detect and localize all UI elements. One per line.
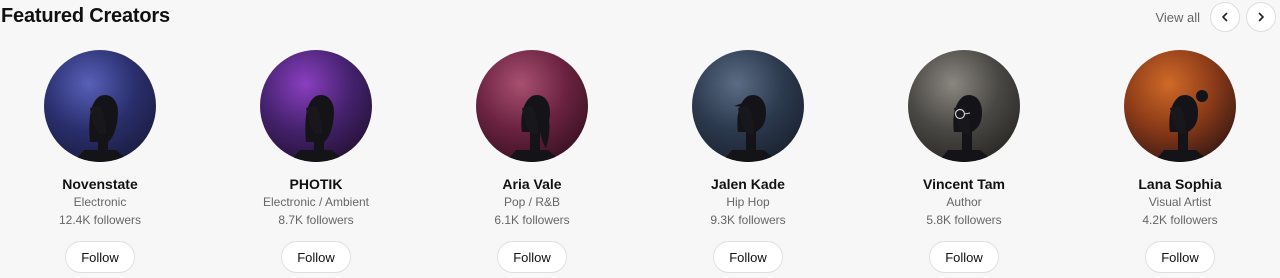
follow-button[interactable]: Follow <box>1145 241 1215 273</box>
creator-card: Jalen Kade Hip Hop 9.3K followers Follow <box>640 48 856 278</box>
creator-card: Lana Sophia Visual Artist 4.2K followers… <box>1072 48 1280 278</box>
creator-genre: Pop / R&B <box>503 195 561 209</box>
chevron-left-icon <box>1222 12 1228 22</box>
creator-silhouette-icon <box>1124 50 1236 162</box>
creator-silhouette-icon <box>476 50 588 162</box>
creator-silhouette-icon <box>44 50 156 162</box>
creator-silhouette-icon <box>260 50 372 162</box>
carousel-next-button[interactable] <box>1246 2 1276 32</box>
carousel-prev-button[interactable] <box>1210 2 1240 32</box>
creators-carousel: Novenstate Electronic 12.4K followers Fo… <box>0 48 1280 278</box>
avatar[interactable] <box>476 50 588 162</box>
creator-name[interactable]: Lana Sophia <box>1138 176 1221 192</box>
follow-button[interactable]: Follow <box>929 241 999 273</box>
follower-count: 9.3K followers <box>710 213 786 227</box>
avatar[interactable] <box>1124 50 1236 162</box>
avatar[interactable] <box>260 50 372 162</box>
creator-name[interactable]: Novenstate <box>62 176 137 192</box>
section-header: Featured Creators View all <box>0 0 1280 36</box>
avatar[interactable] <box>44 50 156 162</box>
creator-genre: Hip Hop <box>726 195 770 209</box>
creator-name[interactable]: Vincent Tam <box>923 176 1005 192</box>
creator-card: PHOTIK Electronic / Ambient 8.7K followe… <box>208 48 424 278</box>
follower-count: 12.4K followers <box>58 213 142 227</box>
follow-button[interactable]: Follow <box>65 241 135 273</box>
follower-count: 5.8K followers <box>926 213 1002 227</box>
follower-count: 6.1K followers <box>494 213 570 227</box>
avatar[interactable] <box>908 50 1020 162</box>
creator-genre: Electronic / Ambient <box>262 195 370 209</box>
creator-silhouette-icon <box>908 50 1020 162</box>
creator-card: Aria Vale Pop / R&B 6.1K followers Follo… <box>424 48 640 278</box>
creator-name[interactable]: PHOTIK <box>290 176 343 192</box>
creator-name[interactable]: Aria Vale <box>502 176 561 192</box>
follower-count: 4.2K followers <box>1142 213 1218 227</box>
creator-genre: Visual Artist <box>1148 195 1212 209</box>
avatar[interactable] <box>692 50 804 162</box>
creator-genre: Electronic <box>73 195 127 209</box>
view-all-link[interactable]: View all <box>1155 10 1200 25</box>
creator-silhouette-icon <box>692 50 804 162</box>
section-title: Featured Creators <box>1 5 170 27</box>
creator-card: Vincent Tam Author 5.8K followers Follow <box>856 48 1072 278</box>
creator-name[interactable]: Jalen Kade <box>711 176 785 192</box>
follow-button[interactable]: Follow <box>497 241 567 273</box>
follow-button[interactable]: Follow <box>713 241 783 273</box>
chevron-right-icon <box>1258 12 1264 22</box>
follower-count: 8.7K followers <box>278 213 354 227</box>
follow-button[interactable]: Follow <box>281 241 351 273</box>
creator-genre: Author <box>946 195 982 209</box>
creator-card: Novenstate Electronic 12.4K followers Fo… <box>0 48 208 278</box>
